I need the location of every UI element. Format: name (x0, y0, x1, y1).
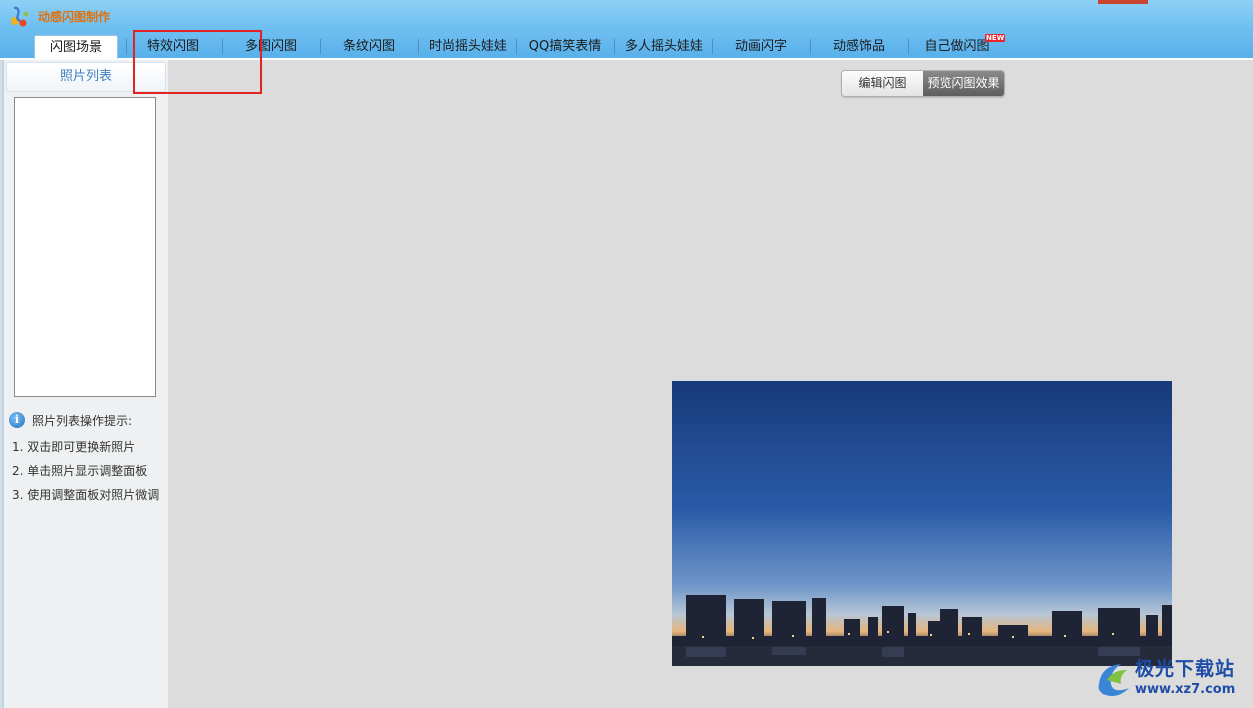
sidebar: 照片列表 i 照片列表操作提示: 1. 双击即可更换新照片 2. 单击照片显示调… (2, 60, 170, 708)
tab-scene[interactable]: 闪图场景 (34, 35, 118, 59)
watermark-logo-icon (1098, 664, 1129, 696)
tab-multi-bobblehead[interactable]: 多人摇头娃娃 (616, 35, 712, 58)
info-icon: i (9, 412, 25, 428)
watermark-url: www.xz7.com (1135, 682, 1236, 697)
tip-2: 2. 单击照片显示调整面板 (12, 464, 148, 478)
tab-separator (126, 39, 127, 54)
watermark-title: 极光下载站 (1135, 658, 1236, 680)
tab-separator (712, 39, 713, 54)
app-logo-icon (11, 6, 29, 27)
tab-animated-text[interactable]: 动画闪字 (720, 35, 802, 58)
watermark: 极光下载站 www.xz7.com (1095, 654, 1245, 704)
tip-1: 1. 双击即可更换新照片 (12, 440, 136, 454)
title-bar: 动感闪图制作 (0, 0, 1253, 32)
preview-image[interactable] (672, 381, 1172, 666)
tab-separator (418, 39, 419, 54)
edit-flash-button[interactable]: 编辑闪图 (842, 71, 923, 96)
new-badge: NEW (985, 34, 1006, 42)
tab-bobblehead[interactable]: 时尚摇头娃娃 (420, 35, 516, 58)
main-canvas: 编辑闪图 预览闪图效果 (168, 60, 1253, 708)
tab-stripe[interactable]: 条纹闪图 (328, 35, 410, 58)
tab-qq-emoji[interactable]: QQ搞笑表情 (518, 35, 612, 58)
preview-flash-button[interactable]: 预览闪图效果 (923, 71, 1004, 96)
tab-separator (810, 39, 811, 54)
photo-list[interactable] (14, 97, 156, 397)
close-button[interactable] (1098, 0, 1148, 4)
app-title: 动感闪图制作 (38, 10, 111, 24)
tip-3: 3. 使用调整面板对照片微调 (12, 488, 160, 502)
tips-title: 照片列表操作提示: (32, 414, 133, 428)
mode-toggle: 编辑闪图 预览闪图效果 (841, 70, 1005, 97)
tab-separator (614, 39, 615, 54)
tab-accessories[interactable]: 动感饰品 (818, 35, 900, 58)
tab-separator (516, 39, 517, 54)
tab-separator (320, 39, 321, 54)
tab-separator (908, 39, 909, 54)
highlight-annotation (133, 30, 262, 94)
